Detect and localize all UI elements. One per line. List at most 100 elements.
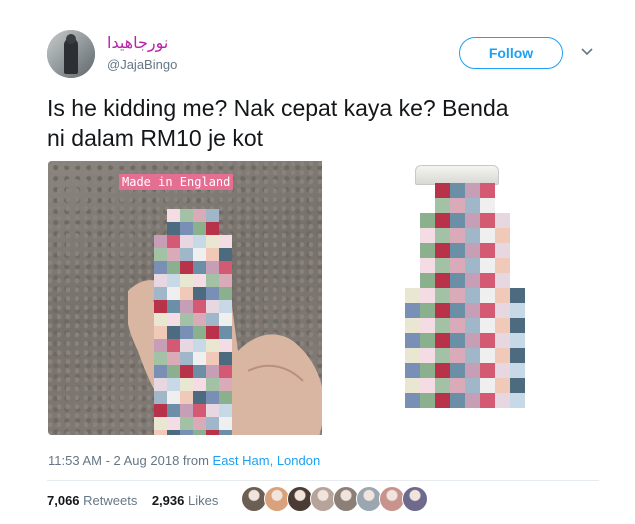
mosaic-cell [219, 326, 232, 339]
mosaic-cell [180, 313, 193, 326]
tweet-photo-hand[interactable]: Made in England [48, 161, 322, 435]
mosaic-cell [435, 273, 450, 288]
mosaic-cell [420, 348, 435, 363]
chevron-down-icon[interactable] [578, 43, 596, 61]
mosaic-cell [480, 378, 495, 393]
mosaic-cell [465, 363, 480, 378]
mosaic-cell [510, 303, 525, 318]
mosaic-cell [510, 333, 525, 348]
liker-avatar[interactable] [402, 486, 428, 512]
mosaic-cell [450, 333, 465, 348]
mosaic-cell [154, 417, 167, 430]
mosaic-cell [495, 393, 510, 408]
mosaic-cell [405, 348, 420, 363]
mosaic-cell [405, 363, 420, 378]
tweet-text: Is he kidding me? Nak cepat kaya ke? Ben… [47, 95, 509, 151]
mosaic-cell [495, 333, 510, 348]
user-handle[interactable]: @JajaBingo [107, 57, 177, 72]
mosaic-cell [193, 248, 206, 261]
mosaic-cell [465, 288, 480, 303]
mosaic-cell [180, 287, 193, 300]
mosaic-cell [405, 198, 420, 213]
mosaic-cell [219, 313, 232, 326]
mosaic-cell [495, 258, 510, 273]
mosaic-cell [219, 300, 232, 313]
pixelated-product-left [154, 209, 232, 435]
mosaic-cell [206, 300, 219, 313]
mosaic-cell [193, 404, 206, 417]
retweets-stat[interactable]: 7,066 Retweets [47, 493, 137, 508]
mosaic-cell [420, 273, 435, 288]
mosaic-cell [405, 258, 420, 273]
mosaic-cell [154, 313, 167, 326]
mosaic-cell [180, 300, 193, 313]
mosaic-cell [495, 318, 510, 333]
mosaic-cell [180, 274, 193, 287]
mosaic-cell [465, 228, 480, 243]
mosaic-cell [219, 404, 232, 417]
display-name[interactable]: نورجاهيدا [107, 33, 168, 52]
mosaic-cell [465, 183, 480, 198]
mosaic-cell [510, 273, 525, 288]
likes-count: 2,936 [151, 493, 185, 508]
mosaic-cell [206, 430, 219, 435]
mosaic-cell [420, 333, 435, 348]
mosaic-cell [510, 258, 525, 273]
mosaic-cell [219, 339, 232, 352]
mosaic-cell [405, 333, 420, 348]
mosaic-cell [167, 235, 180, 248]
tweet-stats: 7,066 Retweets 2,936 Likes [47, 493, 218, 508]
mosaic-cell [193, 261, 206, 274]
mosaic-cell [180, 365, 193, 378]
mosaic-cell [435, 183, 450, 198]
mosaic-cell [435, 258, 450, 273]
mosaic-cell [193, 391, 206, 404]
mosaic-cell [420, 288, 435, 303]
mosaic-cell [510, 363, 525, 378]
mosaic-cell [405, 213, 420, 228]
mosaic-cell [206, 352, 219, 365]
mosaic-cell [495, 363, 510, 378]
mosaic-cell [450, 378, 465, 393]
mosaic-cell [167, 300, 180, 313]
mosaic-cell [180, 417, 193, 430]
mosaic-cell [219, 391, 232, 404]
mosaic-cell [154, 339, 167, 352]
mosaic-cell [180, 261, 193, 274]
user-avatar[interactable] [47, 30, 95, 78]
mosaic-cell [420, 258, 435, 273]
tweet-location-link[interactable]: East Ham, London [213, 453, 321, 468]
mosaic-cell [480, 258, 495, 273]
mosaic-cell [206, 339, 219, 352]
likes-stat[interactable]: 2,936 Likes [152, 493, 219, 508]
mosaic-cell [450, 228, 465, 243]
mosaic-cell [193, 287, 206, 300]
mosaic-cell [193, 365, 206, 378]
mosaic-cell [180, 248, 193, 261]
mosaic-cell [405, 183, 420, 198]
mosaic-cell [510, 228, 525, 243]
mosaic-cell [193, 339, 206, 352]
mosaic-cell [435, 243, 450, 258]
mosaic-cell [167, 404, 180, 417]
mosaic-cell [480, 243, 495, 258]
mosaic-cell [167, 222, 180, 235]
mosaic-cell [219, 248, 232, 261]
mosaic-cell [510, 378, 525, 393]
tweet-timestamp[interactable]: 11:53 AM - 2 Aug 2018 from [48, 453, 213, 468]
mosaic-cell [420, 318, 435, 333]
mosaic-cell [465, 318, 480, 333]
mosaic-cell [206, 404, 219, 417]
mosaic-cell [206, 365, 219, 378]
tweet-photo-tube[interactable] [323, 161, 597, 435]
mosaic-cell [495, 198, 510, 213]
mosaic-cell [480, 333, 495, 348]
mosaic-cell [480, 288, 495, 303]
follow-button[interactable]: Follow [459, 37, 563, 69]
mosaic-cell [510, 318, 525, 333]
mosaic-cell [480, 183, 495, 198]
mosaic-cell [206, 378, 219, 391]
mosaic-cell [206, 274, 219, 287]
mosaic-cell [167, 391, 180, 404]
mosaic-cell [405, 318, 420, 333]
